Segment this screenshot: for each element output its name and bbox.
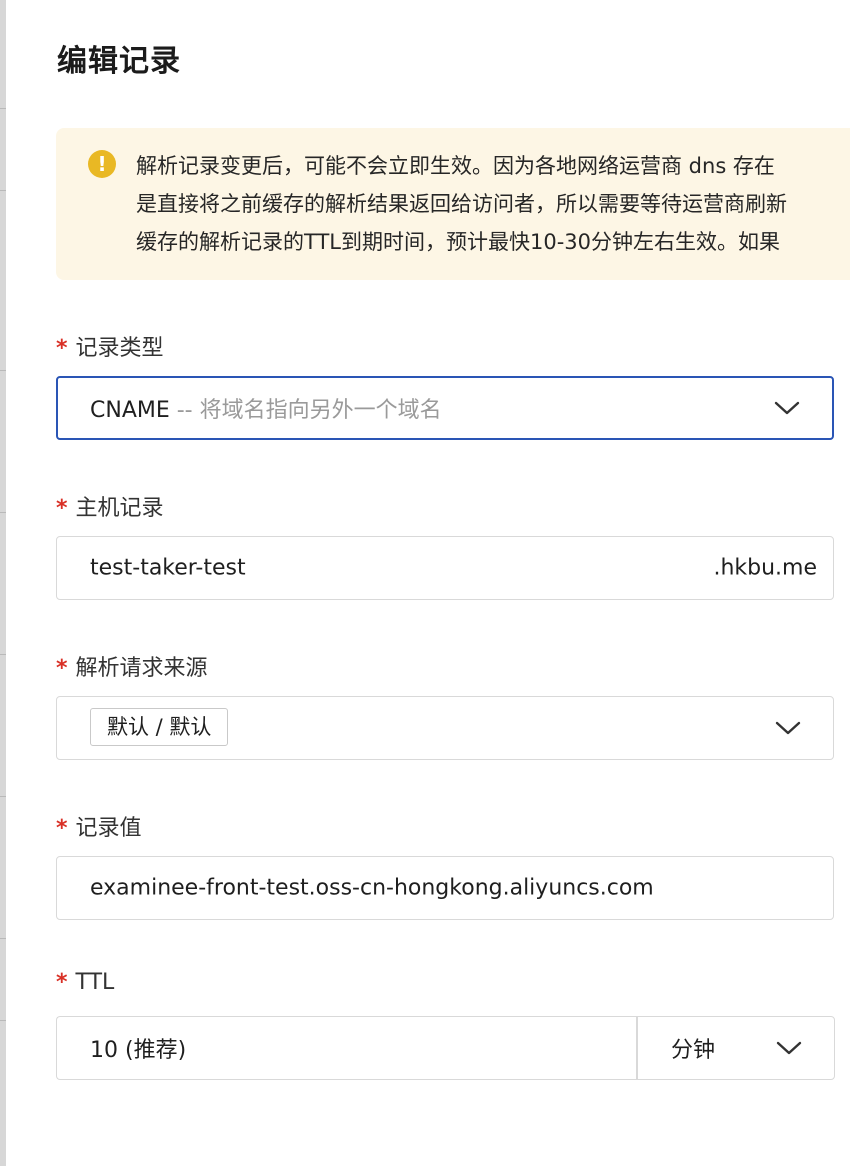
notice-banner: ! 解析记录变更后，可能不会立即生效。因为各地网络运营商 dns 存在 是直接将… (56, 128, 850, 280)
record-value-label-text: 记录值 (75, 816, 142, 841)
resolution-source-label: * 解析请求来源 (56, 650, 208, 682)
required-mark: * (56, 970, 68, 995)
edge-divider (0, 938, 6, 939)
required-mark: * (56, 336, 68, 361)
host-record-label: * 主机记录 (56, 490, 164, 522)
notice-line-3: 缓存的解析记录的TTL到期时间，预计最快10-30分钟左右生效。如果 (136, 230, 781, 254)
host-record-label-text: 主机记录 (75, 496, 164, 521)
record-type-selected: CNAME (90, 398, 170, 423)
record-type-label: * 记录类型 (56, 330, 164, 362)
chevron-down-icon[interactable] (775, 720, 801, 736)
edge-divider (0, 1020, 6, 1021)
warning-icon: ! (88, 150, 116, 178)
required-mark: * (56, 496, 68, 521)
chevron-down-icon[interactable] (776, 1040, 802, 1056)
host-record-value: test-taker-test (90, 555, 246, 581)
record-value-text: examinee-front-test.oss-cn-hongkong.aliy… (90, 875, 654, 901)
ttl-input[interactable]: 10 (推荐) (56, 1016, 636, 1080)
dialog-title: 编辑记录 (57, 44, 181, 79)
required-mark: * (56, 816, 68, 841)
domain-suffix: .hkbu.me (713, 555, 817, 581)
record-type-select[interactable]: CNAME -- 将域名指向另外一个域名 (56, 376, 834, 440)
ttl-label: * TTL (56, 970, 114, 995)
ttl-value: 10 (推荐) (90, 1038, 187, 1063)
record-value-input[interactable]: examinee-front-test.oss-cn-hongkong.aliy… (56, 856, 834, 920)
edge-divider (0, 108, 6, 109)
record-type-label-text: 记录类型 (75, 336, 164, 361)
edge-divider (0, 512, 6, 513)
edge-divider (0, 370, 6, 371)
ttl-unit-value: 分钟 (671, 1038, 716, 1063)
record-value-label: * 记录值 (56, 810, 142, 842)
edge-divider (0, 654, 6, 655)
notice-line-1: 解析记录变更后，可能不会立即生效。因为各地网络运营商 dns 存在 (136, 154, 775, 178)
chevron-down-icon[interactable] (774, 400, 800, 416)
record-type-hint: -- 将域名指向另外一个域名 (169, 398, 442, 423)
edge-divider (0, 190, 6, 191)
resolution-source-label-text: 解析请求来源 (75, 656, 208, 681)
host-record-input[interactable]: test-taker-test .hkbu.me (56, 536, 834, 600)
record-type-value: CNAME -- 将域名指向另外一个域名 (90, 392, 442, 424)
background-panel-edge (0, 0, 6, 1166)
ttl-unit-select[interactable]: 分钟 (636, 1016, 835, 1080)
ttl-label-text: TTL (75, 970, 115, 995)
notice-line-2: 是直接将之前缓存的解析结果返回给访问者，所以需要等待运营商刷新 (136, 192, 787, 216)
resolution-source-tag: 默认 / 默认 (90, 708, 229, 746)
edge-divider (0, 796, 6, 797)
resolution-source-select[interactable]: 默认 / 默认 (56, 696, 834, 760)
required-mark: * (56, 656, 68, 681)
